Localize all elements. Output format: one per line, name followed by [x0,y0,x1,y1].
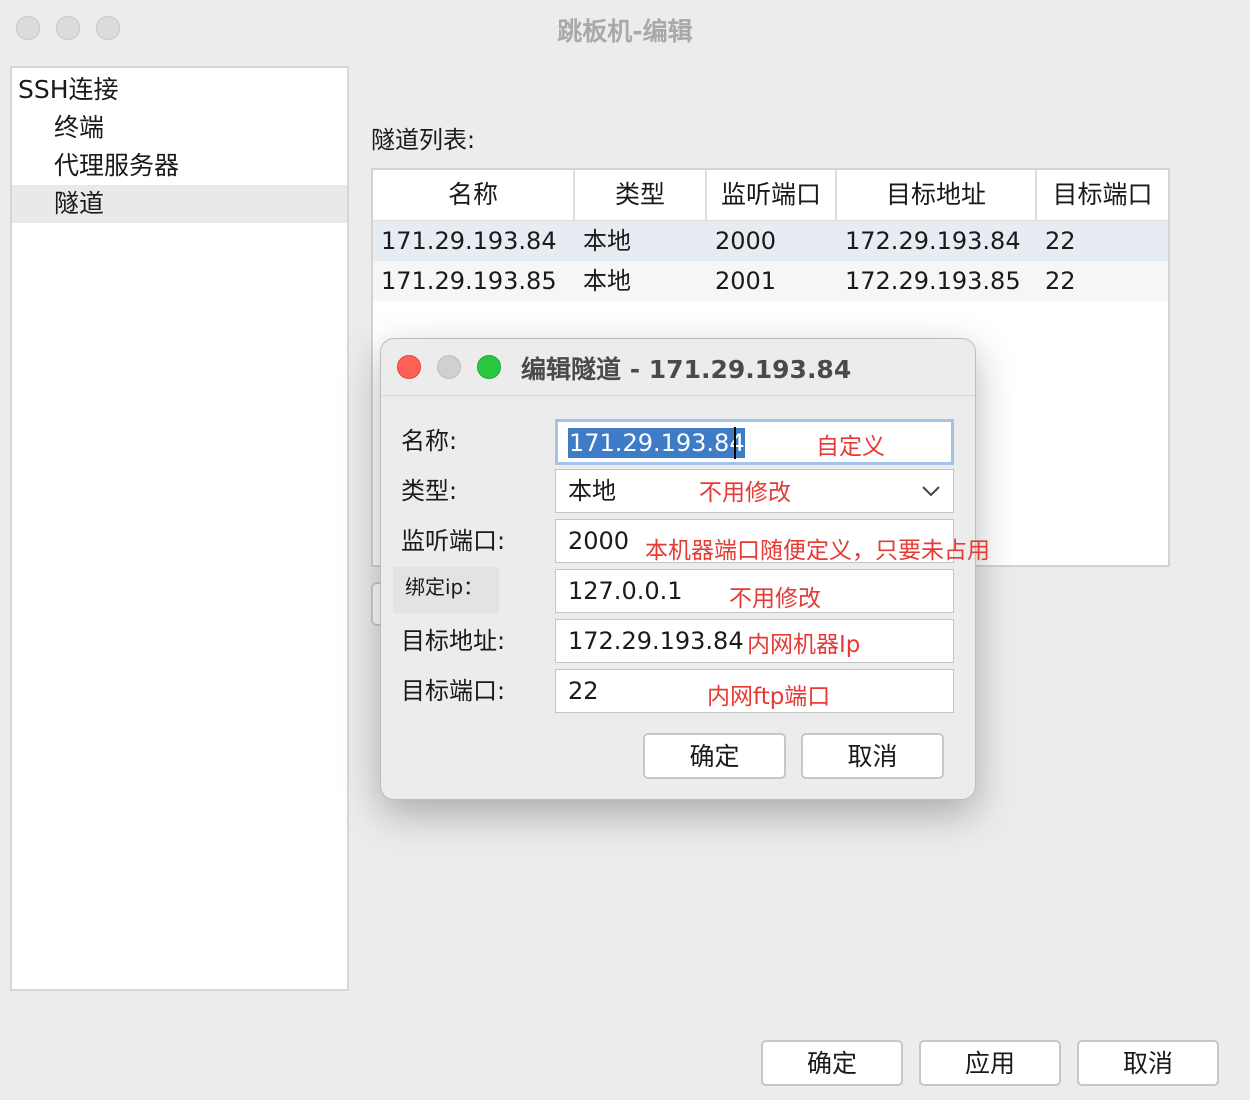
sidebar-item-tunnel[interactable]: 隧道 [12,185,347,223]
annotation-bind-ip: 不用修改 [729,586,821,612]
target-address-value: 172.29.193.84 [568,627,744,655]
cell-name: 171.29.193.85 [381,267,557,295]
listen-port-value: 2000 [568,527,630,555]
cell-name: 171.29.193.84 [381,227,557,255]
target-port-value: 22 [568,677,599,705]
cell-listen-port: 2001 [715,267,777,295]
name-label: 名称: [401,427,458,455]
column-header-target-port[interactable]: 目标端口 [1037,170,1168,220]
type-value: 本地 [568,477,616,505]
dialog-minimize-button[interactable] [437,355,461,379]
cell-target-address: 172.29.193.84 [845,227,1021,255]
sidebar-item-proxy[interactable]: 代理服务器 [54,147,338,185]
table-row[interactable]: 171.29.193.84 本地 2000 172.29.193.84 22 [373,221,1168,261]
column-header-listen-port[interactable]: 监听端口 [707,170,837,220]
column-header-type[interactable]: 类型 [575,170,707,220]
edit-tunnel-dialog: 编辑隧道 - 171.29.193.84 名称: 171.29.193.84 自… [380,338,990,800]
bind-ip-value: 127.0.0.1 [568,577,683,605]
annotation-type: 不用修改 [699,480,791,506]
sidebar-nav: SSH连接 终端 代理服务器 隧道 [10,66,349,991]
sidebar-item-terminal[interactable]: 终端 [54,109,338,147]
cell-type: 本地 [583,227,631,255]
type-label: 类型: [401,477,458,505]
dialog-cancel-button[interactable]: 取消 [801,733,944,779]
annotation-name: 自定义 [816,434,885,460]
window-title: 跳板机-编辑 [557,17,693,46]
cell-target-address: 172.29.193.85 [845,267,1021,295]
text-caret [734,427,736,459]
dialog-title: 编辑隧道 - 171.29.193.84 [521,355,852,384]
ok-button[interactable]: 确定 [761,1040,903,1086]
name-input[interactable]: 171.29.193.84 [555,419,954,465]
cell-target-port: 22 [1045,267,1076,295]
tunnel-list-label: 隧道列表: [371,126,476,154]
bind-ip-label: 绑定ip： [393,567,500,613]
sidebar-item-ssh[interactable]: SSH连接 [18,71,338,109]
column-header-target-address[interactable]: 目标地址 [837,170,1037,220]
annotation-target-port: 内网ftp端口 [707,684,831,710]
table-row[interactable]: 171.29.193.85 本地 2001 172.29.193.85 22 [373,261,1168,301]
cell-target-port: 22 [1045,227,1076,255]
apply-button[interactable]: 应用 [919,1040,1061,1086]
cell-listen-port: 2000 [715,227,777,255]
window-titlebar: 跳板机-编辑 [0,0,1250,56]
dialog-zoom-button[interactable] [477,355,501,379]
cancel-button[interactable]: 取消 [1077,1040,1219,1086]
column-header-name[interactable]: 名称 [373,170,575,220]
target-port-label: 目标端口: [401,677,506,705]
annotation-listen-port: 本机器端口随便定义，只要未占用 [645,538,990,564]
dialog-title-divider [381,395,975,396]
cell-type: 本地 [583,267,631,295]
chevron-down-icon [921,482,941,500]
listen-port-label: 监听端口: [401,527,506,555]
dialog-ok-button[interactable]: 确定 [643,733,786,779]
name-value: 171.29.193.84 [568,428,745,458]
annotation-target-address: 内网机器Ip [747,632,861,658]
target-address-label: 目标地址: [401,627,506,655]
dialog-close-button[interactable] [397,355,421,379]
